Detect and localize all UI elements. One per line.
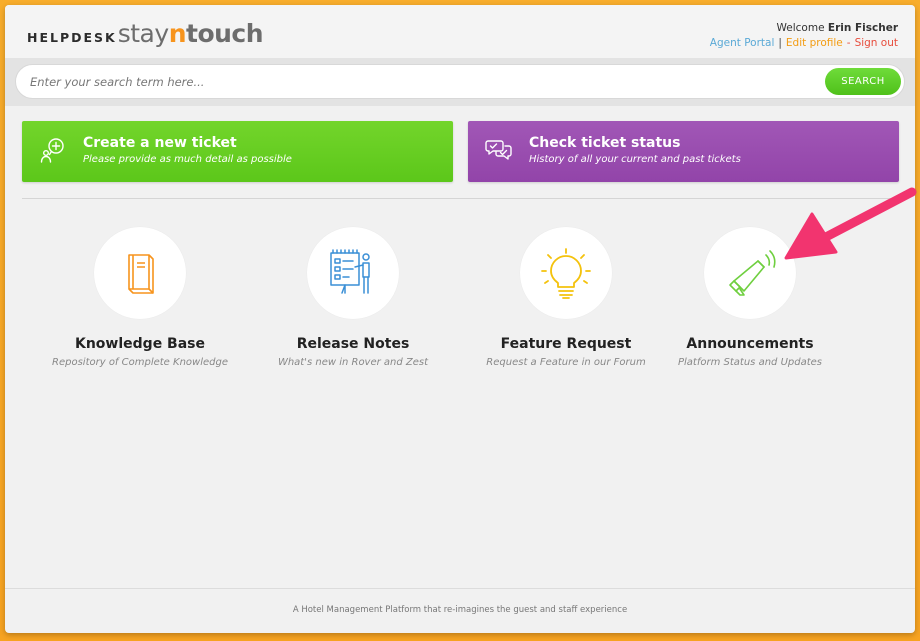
sign-out-link[interactable]: Sign out — [855, 37, 898, 49]
knowledge-base-subtitle: Repository of Complete Knowledge — [52, 357, 228, 368]
feature-request-icon-circle — [520, 227, 612, 319]
link-separator: - — [846, 37, 851, 49]
release-notes-tile[interactable]: Release Notes What's new in Rover and Ze… — [248, 227, 458, 368]
welcome-text: Welcome Erin Fischer — [710, 22, 898, 34]
logo-n: n — [168, 19, 187, 48]
create-ticket-button[interactable]: Create a new ticket Please provide as mu… — [22, 121, 453, 182]
presentation-board-icon — [330, 249, 370, 294]
logo[interactable]: HELPDESK stay n touch — [27, 19, 264, 49]
create-ticket-title: Create a new ticket — [83, 135, 237, 151]
helpdesk-window: HELPDESK stay n touch Welcome Erin Fisch… — [5, 5, 915, 633]
lightbulb-icon — [541, 248, 591, 299]
header: HELPDESK stay n touch Welcome Erin Fisch… — [5, 5, 915, 58]
knowledge-base-tile[interactable]: Knowledge Base Repository of Complete Kn… — [35, 227, 245, 368]
announcements-icon-circle — [704, 227, 796, 319]
announcements-title: Announcements — [686, 336, 814, 352]
footer-text: A Hotel Management Platform that re-imag… — [292, 605, 628, 615]
knowledge-base-title: Knowledge Base — [74, 336, 206, 352]
release-notes-title: Release Notes — [296, 336, 410, 352]
logo-helpdesk: HELPDESK — [27, 30, 117, 45]
create-ticket-subtitle: Please provide as much detail as possibl… — [83, 154, 292, 165]
check-status-button[interactable]: Check ticket status History of all your … — [468, 121, 899, 182]
search-box: SEARCH — [15, 64, 905, 99]
check-status-subtitle: History of all your current and past tic… — [529, 154, 741, 165]
release-notes-subtitle: What's new in Rover and Zest — [277, 357, 429, 368]
feature-request-tile[interactable]: Feature Request Request a Feature in our… — [461, 227, 671, 368]
megaphone-icon — [729, 250, 776, 296]
speech-bubbles-check-icon — [485, 140, 512, 160]
feature-request-title: Feature Request — [500, 336, 632, 352]
knowledge-base-icon-circle — [94, 227, 186, 319]
announcements-tile[interactable]: Announcements Platform Status and Update… — [645, 227, 855, 368]
link-separator: | — [778, 37, 782, 49]
logo-touch: touch — [186, 19, 264, 48]
feature-request-subtitle: Request a Feature in our Forum — [486, 357, 646, 368]
user-name: Erin Fischer — [827, 22, 898, 34]
speech-bubble-plus-icon — [40, 138, 64, 163]
edit-profile-link[interactable]: Edit profile — [786, 37, 843, 49]
user-box: Welcome Erin Fischer Agent Portal | Edit p… — [710, 22, 898, 49]
user-links: Agent Portal | Edit profile - Sign out — [710, 37, 898, 49]
search-bar: SEARCH — [5, 58, 915, 106]
check-status-title: Check ticket status — [529, 135, 681, 151]
search-input[interactable] — [30, 73, 810, 91]
book-icon — [128, 254, 154, 294]
announcements-subtitle: Platform Status and Updates — [678, 357, 822, 368]
search-button[interactable]: SEARCH — [825, 68, 901, 95]
release-notes-icon-circle — [307, 227, 399, 319]
welcome-prefix: Welcome — [776, 22, 825, 34]
footer-divider — [5, 588, 915, 589]
divider — [22, 198, 899, 199]
logo-stay: stay — [117, 19, 169, 48]
agent-portal-link[interactable]: Agent Portal — [710, 37, 775, 49]
